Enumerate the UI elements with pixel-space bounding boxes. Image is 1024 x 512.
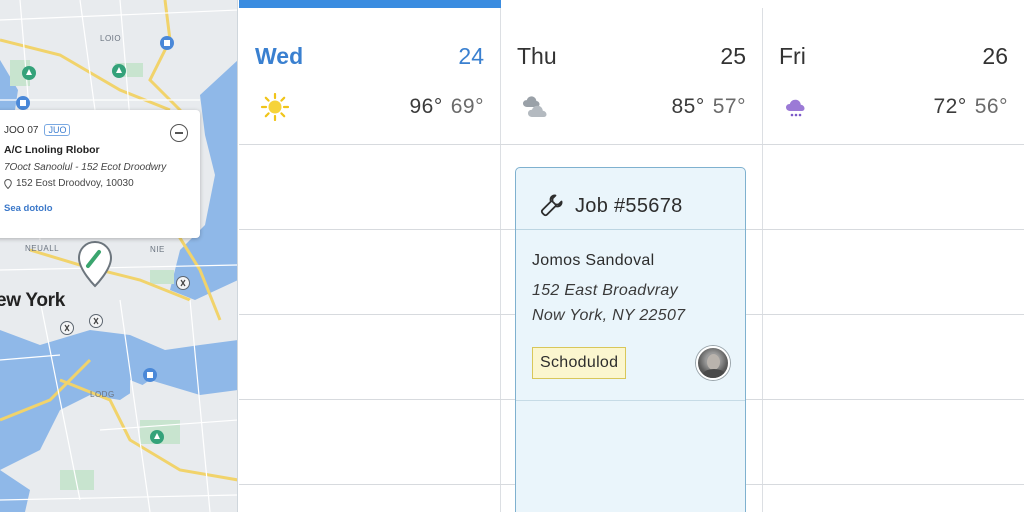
selected-job-pin-icon[interactable] [77, 240, 113, 288]
location-icon[interactable] [143, 368, 157, 382]
map-city-label: ew York [0, 290, 66, 311]
info-card-location: 152 Eost Droodvoy, 10030 [4, 178, 190, 189]
map-panel[interactable]: LOIO NEUALL NIE LODG ew York JOO 07 JUO … [0, 0, 238, 512]
temp-low: 56° [974, 95, 1008, 118]
technician-pin-icon[interactable] [60, 321, 74, 335]
map-label: NEUALL [25, 244, 60, 253]
job-address-line1: 152 East Broadvray [532, 282, 678, 299]
technician-pin-icon[interactable] [176, 276, 190, 290]
rain-cloud-icon [786, 99, 805, 117]
temp-high: 96° [409, 95, 443, 118]
info-card-location-text: 152 Eost Droodvoy, 10030 [16, 178, 134, 189]
job-card-header: Job #55678 [516, 168, 745, 230]
location-icon[interactable] [16, 96, 30, 110]
info-card-address: 7Ooct Sanoolul - 152 Ecot Droodwry [4, 162, 167, 173]
temperature: 96° 69° [409, 95, 484, 119]
job-title: Job #55678 [575, 195, 683, 217]
map-info-card[interactable]: JOO 07 JUO A/C Lnoling Rlobor 7Ooct Sano… [0, 110, 200, 238]
temp-high: 72° [933, 95, 967, 118]
day-date: 25 [720, 43, 746, 69]
day-header-fri[interactable]: Fri 26 72° 56° [763, 0, 1024, 144]
sunny-icon [260, 93, 290, 121]
location-pin-icon [4, 178, 12, 189]
app: LOIO NEUALL NIE LODG ew York JOO 07 JUO … [0, 0, 1024, 512]
park-icon[interactable] [22, 66, 36, 80]
temp-low: 69° [450, 95, 484, 118]
day-date: 26 [982, 43, 1008, 69]
temperature: 72° 56° [933, 95, 1008, 119]
day-name: Thu [517, 43, 557, 69]
day-header-wed[interactable]: Wed 24 96° 69° [239, 0, 500, 144]
info-card-header: JOO 07 JUO [4, 124, 190, 136]
temp-high: 85° [671, 95, 705, 118]
park-icon[interactable] [112, 64, 126, 78]
map-label: LOIO [100, 34, 122, 43]
map-label: LODG [90, 390, 115, 399]
day-name: Wed [255, 43, 304, 69]
temperature: 85° 57° [671, 95, 746, 119]
day-header-thu[interactable]: Thu 25 85° 57° [501, 0, 762, 144]
temp-low: 57° [712, 95, 746, 118]
schedule-calendar: Wed 24 96° 69° Thu 25 85° 57° Fri 26 72°… [239, 0, 1024, 512]
close-icon[interactable] [170, 124, 188, 142]
job-card-divider [516, 400, 745, 401]
job-status-badge[interactable]: Schodulod [532, 347, 627, 379]
job-address-line2: Now York, NY 22507 [532, 307, 686, 324]
technician-pin-icon[interactable] [89, 314, 103, 328]
map-label: NIE [150, 245, 165, 254]
job-card[interactable]: Job #55678 Jomos Sandoval 152 East Broad… [515, 167, 746, 512]
technician-avatar[interactable] [696, 346, 730, 380]
see-details-link[interactable]: Sea dotolo [4, 203, 190, 214]
info-card-title: A/C Lnoling Rlobor [4, 144, 100, 156]
park-icon[interactable] [150, 430, 164, 444]
job-customer-name: Jomos Sandoval [532, 252, 655, 269]
day-date: 24 [458, 43, 484, 69]
wrench-icon [540, 194, 563, 217]
info-card-id: JOO 07 [4, 124, 39, 136]
time-row-divider [239, 144, 1024, 145]
cloudy-icon [523, 96, 547, 117]
location-icon[interactable] [160, 36, 174, 50]
day-name: Fri [779, 43, 806, 69]
info-card-tag: JUO [44, 124, 71, 136]
